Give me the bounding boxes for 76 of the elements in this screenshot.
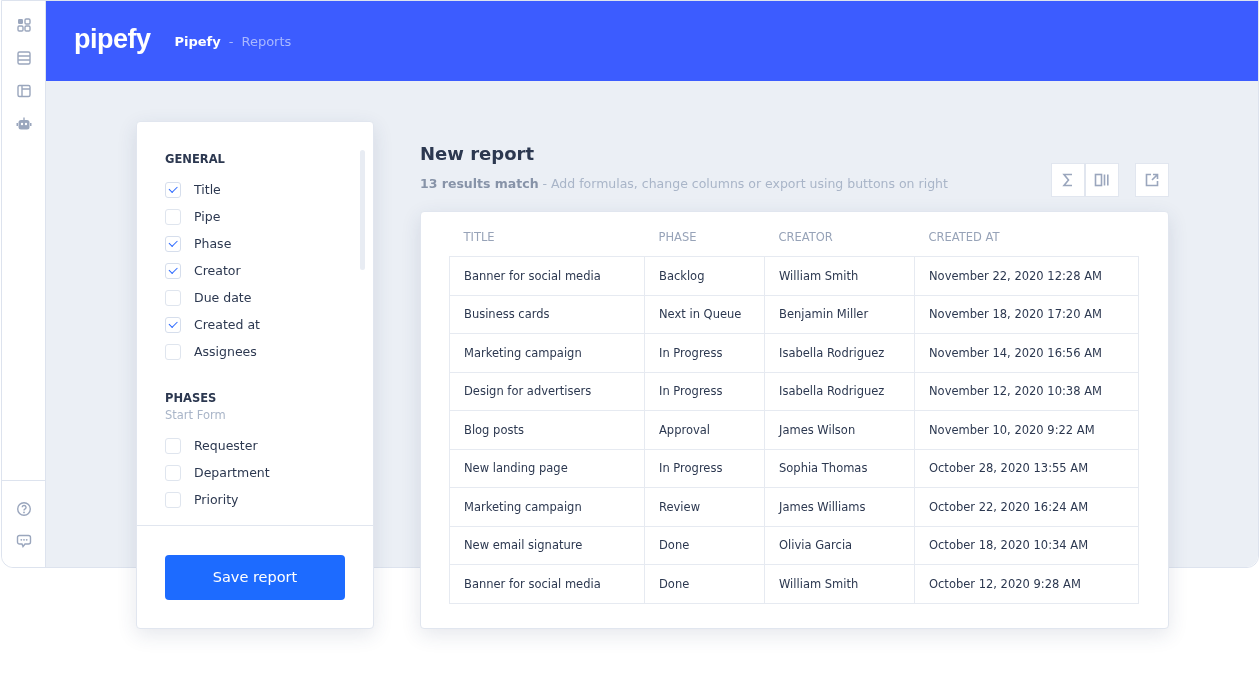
layout-icon[interactable] xyxy=(15,83,32,99)
checkbox[interactable] xyxy=(165,437,181,454)
checkbox[interactable] xyxy=(165,208,181,225)
table-cell: Next in Queue xyxy=(644,295,765,334)
checkbox[interactable] xyxy=(165,491,181,508)
save-report-button[interactable]: Save report xyxy=(165,554,345,600)
table-cell: Done xyxy=(644,526,765,565)
robot-icon[interactable] xyxy=(15,116,32,132)
table-cell: Olivia Garcia xyxy=(764,526,915,565)
results-summary: 13 results match - Add formulas, change columns or export using buttons on right xyxy=(420,176,948,193)
table-cell: Benjamin Miller xyxy=(764,295,915,334)
list-icon[interactable] xyxy=(15,50,32,66)
checkbox[interactable] xyxy=(165,181,181,198)
checkbox[interactable] xyxy=(165,235,181,252)
section-subtitle: Start Form xyxy=(165,408,227,422)
table-cell: Review xyxy=(644,487,765,526)
breadcrumb-link[interactable]: Pipefy xyxy=(174,33,221,49)
section-title: PHASES xyxy=(165,391,218,405)
table-cell: Done xyxy=(644,564,765,603)
help-icon[interactable] xyxy=(15,501,32,517)
logo[interactable]: pipefy xyxy=(74,25,151,57)
checkbox-label[interactable]: Assignees xyxy=(194,344,257,359)
checkbox[interactable] xyxy=(165,289,181,306)
report-title: New report xyxy=(420,143,535,164)
table-cell: October 28, 2020 13:55 AM xyxy=(914,449,1139,488)
table-cell: Marketing campaign xyxy=(449,333,645,372)
checkbox-label[interactable]: Created at xyxy=(194,317,260,332)
checkbox-label[interactable]: Priority xyxy=(194,492,239,507)
section-title: GENERAL xyxy=(165,152,226,166)
table-cell: James Wilson xyxy=(764,410,915,449)
table-cell: November 18, 2020 17:20 AM xyxy=(914,295,1139,334)
checkbox-label[interactable]: Requester xyxy=(194,438,258,453)
checkbox[interactable] xyxy=(165,464,181,481)
table-cell: Isabella Rodriguez xyxy=(764,333,915,372)
table-cell: William Smith xyxy=(764,564,915,603)
chat-icon[interactable] xyxy=(15,533,32,549)
table-cell: Banner for social media xyxy=(449,564,645,603)
table-cell: Backlog xyxy=(644,256,765,295)
table-cell: November 12, 2020 10:38 AM xyxy=(914,372,1139,411)
toolbar-button[interactable] xyxy=(1085,163,1119,197)
columns-icon xyxy=(1094,172,1110,188)
table-cell: Blog posts xyxy=(449,410,645,449)
checkbox-label[interactable]: Pipe xyxy=(194,209,221,224)
table-cell: Sophia Thomas xyxy=(764,449,915,488)
toolbar-button[interactable] xyxy=(1051,163,1085,197)
table-cell: Approval xyxy=(644,410,765,449)
table-cell: November 22, 2020 12:28 AM xyxy=(914,256,1139,295)
table-cell: James Williams xyxy=(764,487,915,526)
checkbox-label[interactable]: Title xyxy=(194,182,221,197)
checkbox-label[interactable]: Phase xyxy=(194,236,232,251)
checkbox-label[interactable]: Department xyxy=(194,465,270,480)
checkbox[interactable] xyxy=(165,343,181,360)
table-cell: New email signature xyxy=(449,526,645,565)
checkbox-label[interactable]: Creator xyxy=(194,263,241,278)
table-cell: In Progress xyxy=(644,333,765,372)
checkbox[interactable] xyxy=(165,316,181,333)
table-cell: Marketing campaign xyxy=(449,487,645,526)
table-cell: October 12, 2020 9:28 AM xyxy=(914,564,1139,603)
table-cell: William Smith xyxy=(764,256,915,295)
table-cell: New landing page xyxy=(449,449,645,488)
breadcrumb-separator: - xyxy=(228,33,234,49)
table-cell: In Progress xyxy=(644,372,765,411)
export-icon xyxy=(1144,172,1160,188)
table-cell: November 14, 2020 16:56 AM xyxy=(914,333,1139,372)
checkbox-label[interactable]: Due date xyxy=(194,290,252,305)
table-cell: November 10, 2020 9:22 AM xyxy=(914,410,1139,449)
table-cell: Banner for social media xyxy=(449,256,645,295)
table-cell: October 22, 2020 16:24 AM xyxy=(914,487,1139,526)
table-cell: In Progress xyxy=(644,449,765,488)
table-cell: Isabella Rodriguez xyxy=(764,372,915,411)
checkbox[interactable] xyxy=(165,262,181,279)
table-cell: October 18, 2020 10:34 AM xyxy=(914,526,1139,565)
grid-icon[interactable] xyxy=(15,17,32,33)
table-cell: Business cards xyxy=(449,295,645,334)
table-cell: Design for advertisers xyxy=(449,372,645,411)
toolbar-button[interactable] xyxy=(1135,163,1169,197)
